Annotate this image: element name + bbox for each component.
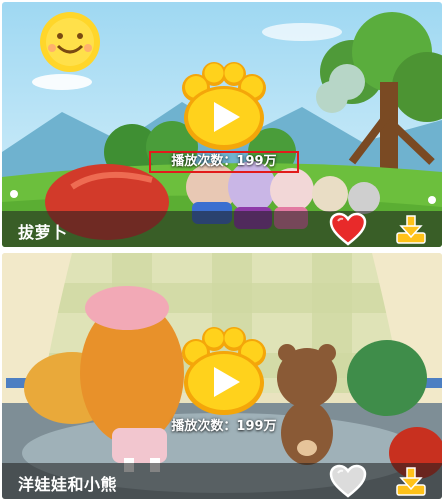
download-icon[interactable]: [395, 213, 427, 245]
title-bar: 拔萝卜: [2, 211, 442, 247]
play-count-label: 播放次数：199万: [149, 151, 299, 173]
title-bar: 洋娃娃和小熊: [2, 463, 442, 499]
paw-play-icon[interactable]: [176, 327, 272, 417]
heart-icon[interactable]: [329, 212, 367, 246]
heart-icon[interactable]: [329, 464, 367, 498]
download-icon[interactable]: [395, 465, 427, 497]
video-card-1[interactable]: 播放次数：199万 拔萝卜: [2, 2, 442, 247]
play-count-label: 播放次数：199万: [171, 419, 277, 434]
paw-play-icon[interactable]: [176, 62, 272, 152]
video-title: 洋娃娃和小熊: [18, 475, 118, 494]
video-card-2[interactable]: 播放次数：199万 洋娃娃和小熊: [2, 253, 442, 499]
video-title: 拔萝卜: [18, 223, 68, 242]
